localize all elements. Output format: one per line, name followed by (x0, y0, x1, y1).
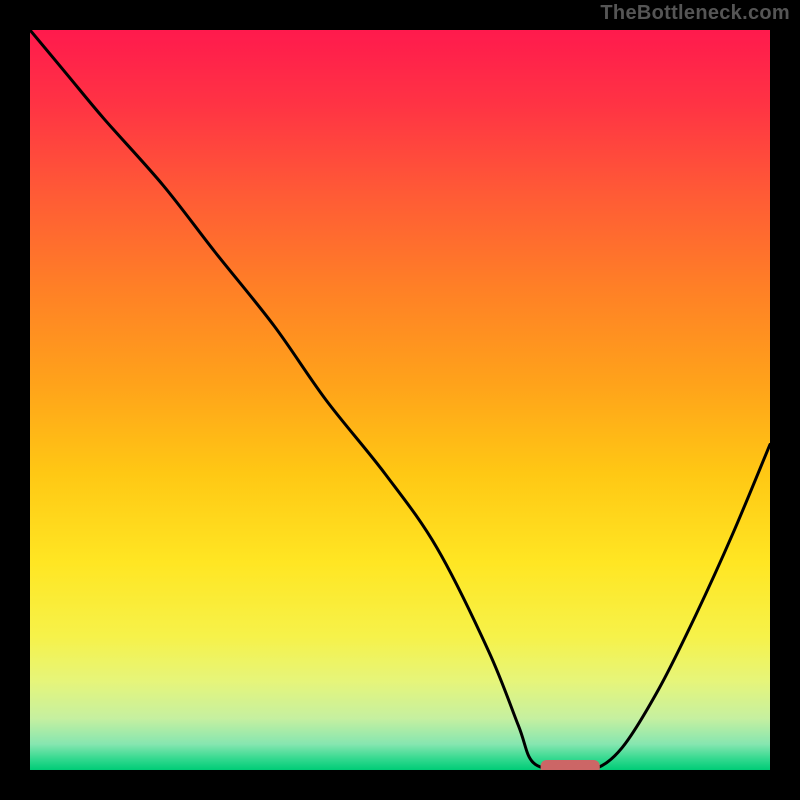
optimal-marker (541, 760, 600, 770)
attribution-label: TheBottleneck.com (600, 2, 790, 25)
plot-background (30, 30, 770, 770)
chart-container: TheBottleneck.com (0, 0, 800, 800)
bottleneck-plot (30, 30, 770, 770)
